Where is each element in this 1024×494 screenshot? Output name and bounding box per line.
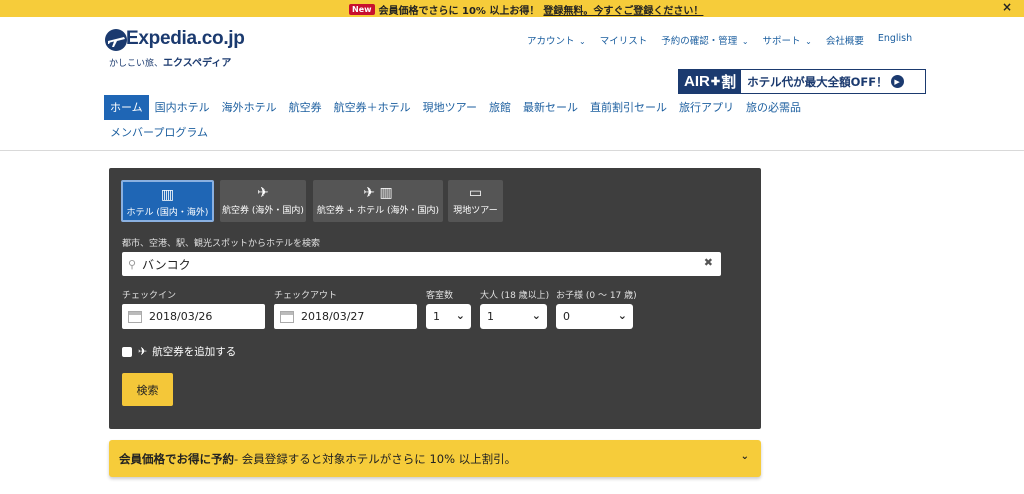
company-link[interactable]: 会社概要 [826, 33, 864, 47]
add-flight-label: 航空券を追加する [152, 346, 237, 358]
mylist-link[interactable]: マイリスト [600, 33, 648, 47]
nav-member-program[interactable]: メンバープログラム [104, 120, 214, 145]
logo-brand: Expedia.co.jp [126, 28, 245, 49]
account-menu[interactable]: アカウント ⌄ [527, 33, 586, 47]
globe-plane-icon [105, 29, 127, 51]
member-banner[interactable]: 会員価格でお得に予約 - 会員登録すると対象ホテルがさらに 10% 以上割引。 … [109, 440, 761, 477]
chevron-down-icon: ⌄ [740, 451, 749, 462]
arrow-right-icon: ▶ [890, 75, 904, 88]
nav-flights[interactable]: 航空券 [283, 95, 328, 120]
chevron-down-icon: ⌄ [739, 37, 749, 46]
chevron-down-icon: ⌄ [617, 309, 627, 322]
plane-hotel-icon: ✈ ▥ [363, 185, 393, 201]
chevron-down-icon: ⌄ [576, 37, 586, 46]
checkout-input[interactable]: 2018/03/27 [274, 304, 417, 329]
checkout-label: チェックアウト [274, 291, 338, 301]
add-flight-checkbox[interactable]: ✈ 航空券を追加する [122, 344, 236, 359]
logo-tagline: かしこい旅、エクスペディア [109, 58, 232, 69]
english-link[interactable]: English [878, 33, 912, 47]
destination-label: 都市、空港、駅、観光スポットからホテルを検索 [122, 239, 321, 249]
chevron-down-icon: ⌄ [455, 309, 465, 322]
search-button[interactable]: 検索 [122, 373, 173, 406]
plane-icon: ✈ [257, 185, 269, 201]
chevron-down-icon: ⌄ [802, 37, 812, 46]
promo-message: 会員価格でさらに 10% 以上お得！ [378, 6, 540, 17]
rooms-label: 客室数 [426, 291, 454, 301]
air-wari-banner[interactable]: AIR ✚ 割 ホテル代が最大全額OFF！ ▶ [678, 69, 926, 94]
location-pin-icon: ⚲ [127, 257, 137, 271]
nav-home[interactable]: ホーム [104, 95, 149, 120]
main-nav: ホーム 国内ホテル 海外ホテル 航空券 航空券＋ホテル 現地ツアー 旅館 最新セ… [104, 95, 804, 145]
search-panel: ▥ ホテル (国内・海外) ✈ 航空券 (海外・国内) ✈ ▥ 航空券 + ホテ… [109, 168, 761, 429]
nav-flight-hotel[interactable]: 航空券＋ホテル [328, 95, 417, 120]
calendar-icon [128, 310, 142, 323]
chevron-down-icon: ⌄ [531, 309, 541, 322]
adults-select[interactable]: 1 ⌄ [480, 304, 547, 329]
checkin-value: 2018/03/26 [149, 310, 213, 323]
promo-register-link[interactable]: 登録無料。今すぐご登録ください！ [543, 2, 703, 17]
tab-tour[interactable]: ▭ 現地ツアー [448, 180, 503, 222]
nav-essentials[interactable]: 旅の必需品 [740, 95, 807, 120]
support-menu[interactable]: サポート ⌄ [763, 33, 812, 47]
destination-input[interactable]: ⚲ バンコク ✖ [122, 252, 721, 276]
member-banner-title: 会員価格でお得に予約 [119, 451, 234, 466]
checkin-label: チェックイン [122, 291, 177, 301]
tab-flight[interactable]: ✈ 航空券 (海外・国内) [220, 180, 306, 222]
checkout-value: 2018/03/27 [301, 310, 365, 323]
destination-value: バンコク [142, 257, 191, 272]
close-icon[interactable]: × [1002, 0, 1012, 14]
nav-domestic-hotel[interactable]: 国内ホテル [149, 95, 216, 120]
promo-bar: New 会員価格でさらに 10% 以上お得！ 登録無料。今すぐご登録ください！ … [0, 0, 1024, 17]
rooms-select[interactable]: 1 ⌄ [426, 304, 471, 329]
tab-flight-hotel[interactable]: ✈ ▥ 航空券 + ホテル (海外・国内) [313, 180, 443, 222]
nav-sale[interactable]: 最新セール [517, 95, 584, 120]
new-badge: New [349, 4, 375, 15]
clear-icon[interactable]: ✖ [704, 256, 713, 269]
nav-local-tours[interactable]: 現地ツアー [417, 95, 483, 120]
checkin-input[interactable]: 2018/03/26 [122, 304, 265, 329]
utility-nav: アカウント ⌄ マイリスト 予約の確認・管理 ⌄ サポート ⌄ 会社概要 Eng… [527, 33, 926, 47]
booking-menu[interactable]: 予約の確認・管理 ⌄ [661, 33, 748, 47]
children-label: お子様 (0 〜 17 歳) [556, 291, 637, 301]
hotel-icon: ▥ [160, 187, 175, 203]
nav-app[interactable]: 旅行アプリ [673, 95, 740, 120]
children-select[interactable]: 0 ⌄ [556, 304, 633, 329]
checkbox[interactable] [122, 346, 132, 357]
nav-overseas-hotel[interactable]: 海外ホテル [216, 95, 283, 120]
air-wari-text: ホテル代が最大全額OFF！ [747, 74, 888, 89]
member-banner-text: - 会員登録すると対象ホテルがさらに 10% 以上割引。 [234, 451, 517, 466]
ticket-icon: ▭ [468, 185, 483, 201]
adults-label: 大人 (18 歳以上) [480, 291, 550, 301]
air-wari-logo: AIR ✚ 割 [679, 70, 742, 93]
header-divider [0, 150, 1024, 151]
tab-hotel[interactable]: ▥ ホテル (国内・海外) [121, 180, 214, 222]
nav-ryokan[interactable]: 旅館 [483, 95, 517, 120]
calendar-icon [280, 310, 294, 323]
plane-icon: ✈ [138, 345, 148, 358]
nav-last-minute[interactable]: 直前割引セール [584, 95, 673, 120]
